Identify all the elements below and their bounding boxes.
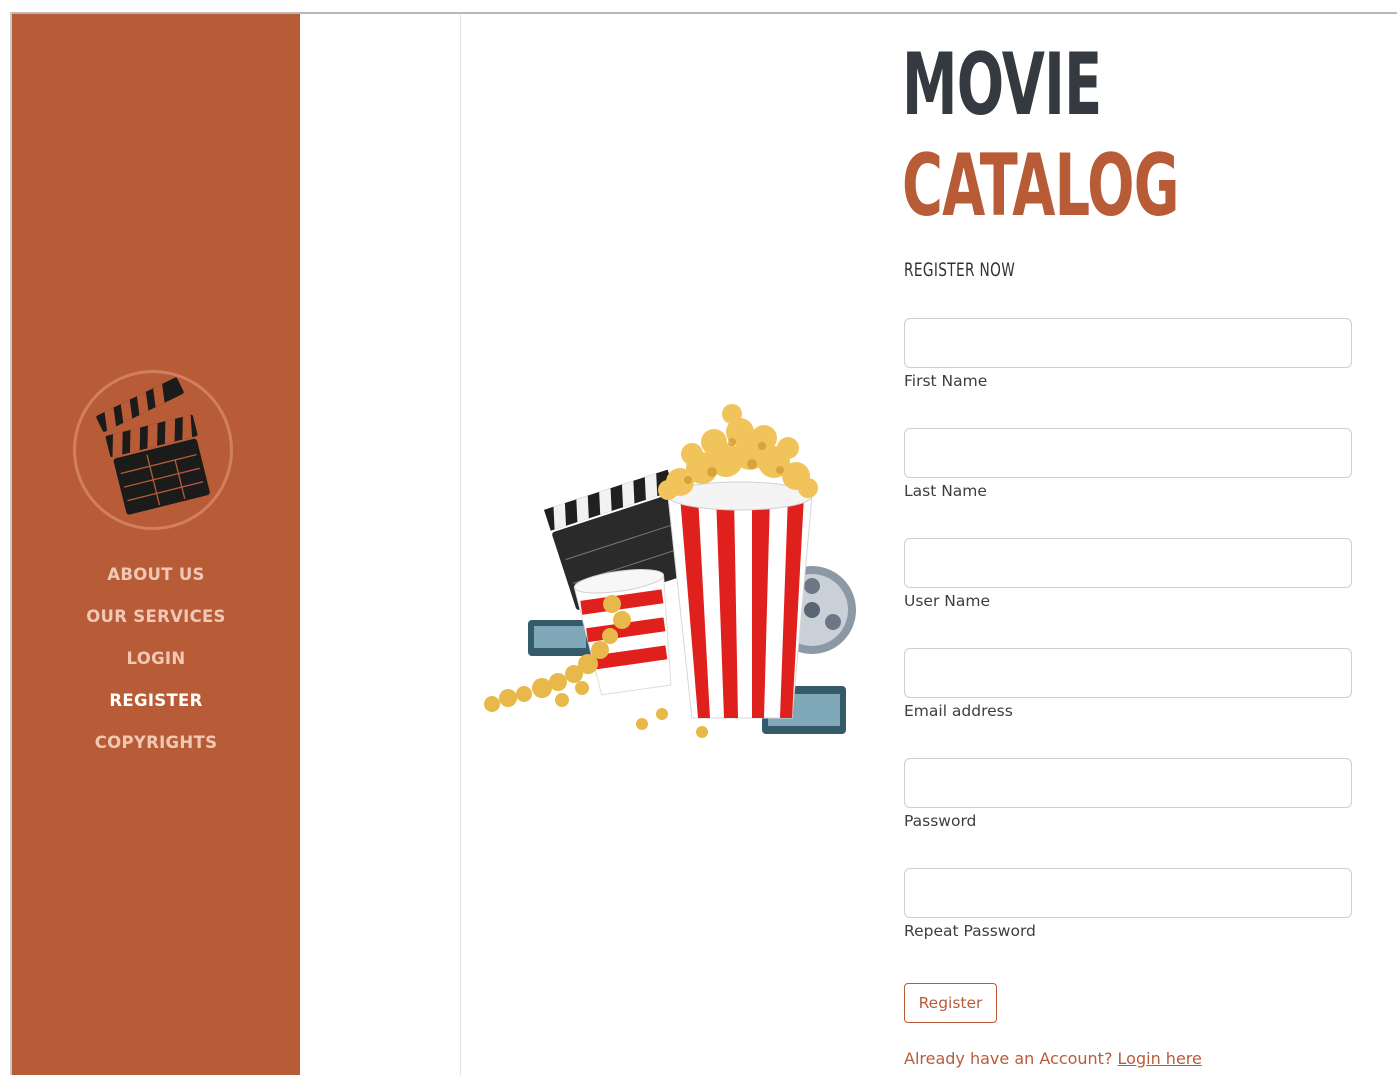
title-line-1: MOVIE xyxy=(902,35,1102,135)
nav-item-register[interactable]: REGISTER xyxy=(12,688,300,730)
register-button[interactable]: Register xyxy=(904,983,997,1023)
sidebar-nav: ABOUT US OUR SERVICES LOGIN REGISTER COP… xyxy=(12,562,300,772)
first-name-group: First Name xyxy=(904,318,1354,391)
popcorn-illustration xyxy=(462,398,862,748)
last-name-group: Last Name xyxy=(904,428,1354,501)
password-group: Password xyxy=(904,758,1354,831)
password-label: Password xyxy=(904,812,977,830)
sidebar: ABOUT US OUR SERVICES LOGIN REGISTER COP… xyxy=(12,14,300,1075)
nav-item-copyrights[interactable]: COPYRIGHTS xyxy=(12,730,300,772)
last-name-input[interactable] xyxy=(904,428,1352,478)
user-name-input[interactable] xyxy=(904,538,1352,588)
email-group: Email address xyxy=(904,648,1354,721)
email-label: Email address xyxy=(904,702,1013,720)
email-input[interactable] xyxy=(904,648,1352,698)
column-divider xyxy=(460,14,461,1075)
repeat-password-group: Repeat Password xyxy=(904,868,1354,941)
first-name-input[interactable] xyxy=(904,318,1352,368)
repeat-password-label: Repeat Password xyxy=(904,922,1036,940)
login-here-link[interactable]: Login here xyxy=(1118,1049,1202,1068)
last-name-label: Last Name xyxy=(904,482,987,500)
clapperboard-icon xyxy=(73,370,233,530)
repeat-password-input[interactable] xyxy=(904,868,1352,918)
user-name-label: User Name xyxy=(904,592,990,610)
title-line-2: CATALOG xyxy=(902,136,1180,236)
login-prompt-text: Already have an Account? xyxy=(904,1049,1113,1068)
nav-item-our-services[interactable]: OUR SERVICES xyxy=(12,604,300,646)
nav-item-login[interactable]: LOGIN xyxy=(12,646,300,688)
password-input[interactable] xyxy=(904,758,1352,808)
user-name-group: User Name xyxy=(904,538,1354,611)
first-name-label: First Name xyxy=(904,372,988,390)
nav-item-about-us[interactable]: ABOUT US xyxy=(12,562,300,604)
form-subtitle: REGISTER NOW xyxy=(904,259,1016,281)
login-prompt-line: Already have an Account? Login here xyxy=(904,1049,1202,1068)
page: ABOUT US OUR SERVICES LOGIN REGISTER COP… xyxy=(0,0,1397,1075)
